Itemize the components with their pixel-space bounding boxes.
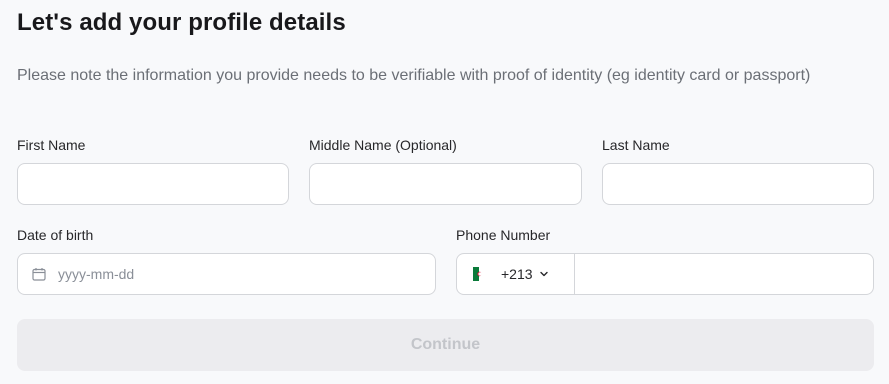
phone-label: Phone Number — [456, 227, 551, 243]
profile-details-form: Let's add your profile details Please no… — [0, 0, 889, 384]
page-title: Let's add your profile details — [17, 9, 346, 36]
country-code-value: +213 — [501, 266, 533, 282]
dob-placeholder: yyyy-mm-dd — [58, 266, 135, 282]
algeria-flag-icon — [473, 267, 485, 281]
dob-input[interactable]: yyyy-mm-dd — [17, 253, 436, 295]
first-name-input[interactable] — [17, 163, 289, 205]
middle-name-label: Middle Name (Optional) — [309, 137, 457, 153]
phone-number-input[interactable] — [575, 254, 873, 294]
country-code-select[interactable]: +213 — [457, 254, 575, 294]
first-name-label: First Name — [17, 137, 86, 153]
continue-button[interactable]: Continue — [17, 319, 874, 371]
dob-label: Date of birth — [17, 227, 94, 243]
verification-note: Please note the information you provide … — [17, 67, 811, 84]
calendar-icon — [32, 268, 46, 281]
last-name-label: Last Name — [602, 137, 670, 153]
phone-field: +213 — [456, 253, 874, 295]
middle-name-input[interactable] — [309, 163, 582, 205]
chevron-down-icon — [539, 271, 548, 277]
last-name-input[interactable] — [602, 163, 874, 205]
